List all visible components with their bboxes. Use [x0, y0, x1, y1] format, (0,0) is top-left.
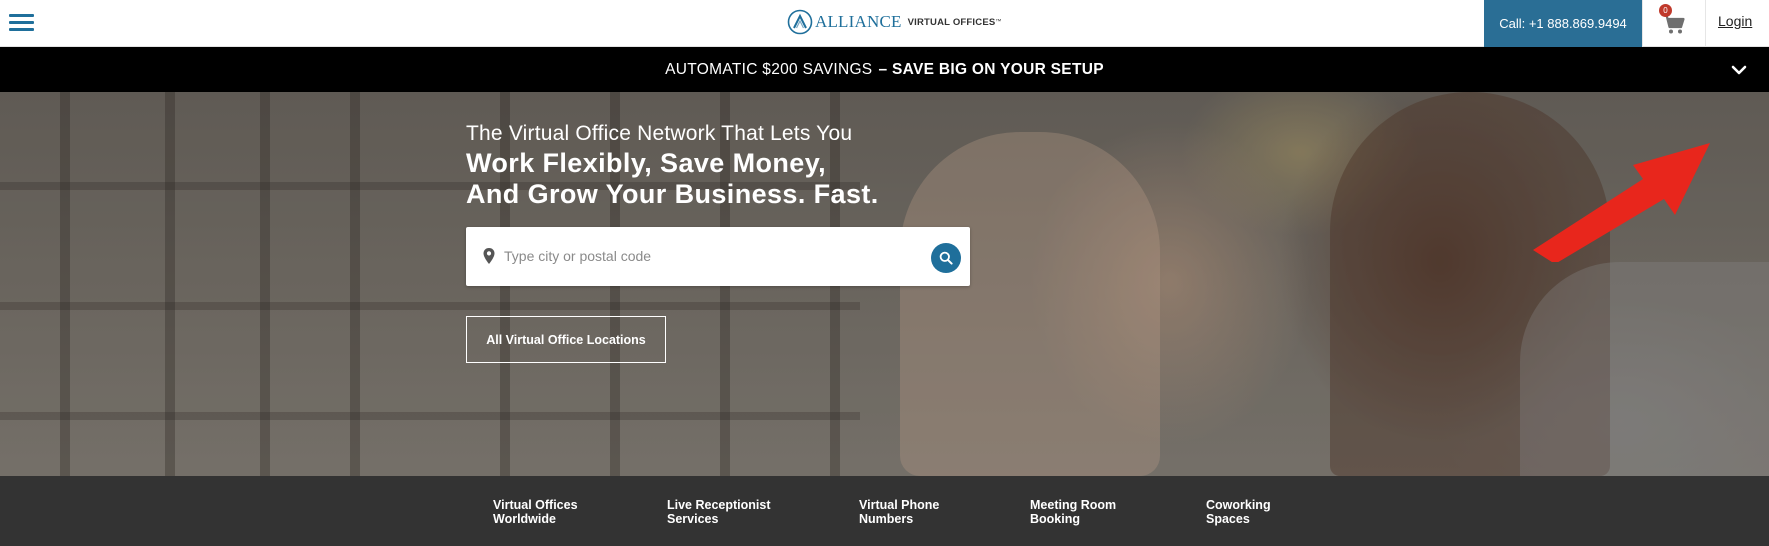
service-label-line-2: Booking [1030, 512, 1080, 526]
service-label-line-1: Live Receptionist [667, 498, 771, 512]
login-link[interactable]: Login [1718, 13, 1752, 29]
map-pin-icon [483, 248, 495, 264]
site-header: ALLIANCE VIRTUAL OFFICES ™ Call: +1 888.… [0, 0, 1769, 47]
logo-mark-icon [787, 9, 813, 35]
service-label-line-1: Coworking [1206, 498, 1271, 512]
promo-bold-text: – SAVE BIG ON YOUR SETUP [878, 60, 1104, 78]
service-label-line-1: Meeting Room [1030, 498, 1117, 512]
hero-subtitle: The Virtual Office Network That Lets You [466, 122, 853, 145]
promo-savings-text: AUTOMATIC $200 SAVINGS [665, 60, 873, 78]
hero-title-line-1: Work Flexibly, Save Money, [466, 148, 827, 178]
call-button[interactable]: Call: +1 888.869.9494 [1484, 0, 1642, 47]
services-bar: Virtual Offices Worldwide Live Reception… [0, 476, 1769, 546]
location-search-input[interactable] [504, 241, 914, 271]
service-virtual-phone-numbers[interactable]: Virtual Phone Numbers [859, 498, 939, 526]
location-search-box [466, 227, 970, 286]
logo-sub-text: VIRTUAL OFFICES [907, 16, 996, 28]
chevron-down-icon[interactable] [1728, 59, 1750, 81]
red-arrow-annotation [1533, 143, 1710, 262]
logo-brand-text: ALLIANCE [815, 12, 902, 31]
service-meeting-room-booking[interactable]: Meeting Room Booking [1030, 498, 1116, 526]
promo-bar[interactable]: AUTOMATIC $200 SAVINGS – SAVE BIG ON YOU… [0, 47, 1769, 92]
logo-trademark: ™ [995, 19, 1002, 25]
service-virtual-offices[interactable]: Virtual Offices Worldwide [493, 498, 578, 526]
cart-count-badge: 0 [1659, 4, 1672, 17]
service-label-line-2: Spaces [1206, 512, 1250, 526]
alliance-logo[interactable]: ALLIANCE VIRTUAL OFFICES ™ [787, 7, 1001, 37]
service-label-line-1: Virtual Offices [493, 498, 578, 512]
hamburger-icon[interactable] [9, 11, 35, 35]
promo-text: AUTOMATIC $200 SAVINGS – SAVE BIG ON YOU… [0, 47, 1769, 92]
hero-section: The Virtual Office Network That Lets You… [0, 92, 1769, 476]
search-icon [939, 251, 953, 265]
service-label-line-1: Virtual Phone [859, 498, 940, 512]
service-label-line-2: Services [667, 512, 719, 526]
service-live-receptionist[interactable]: Live Receptionist Services [667, 498, 771, 526]
hero-title-line-2: And Grow Your Business. Fast. [466, 179, 879, 209]
search-button[interactable] [931, 243, 961, 273]
service-label-line-2: Worldwide [493, 512, 556, 526]
cart-button[interactable]: 0 [1642, 0, 1706, 47]
service-coworking-spaces[interactable]: Coworking Spaces [1206, 498, 1271, 526]
all-locations-button[interactable]: All Virtual Office Locations [466, 316, 666, 363]
service-label-line-2: Numbers [859, 512, 914, 526]
